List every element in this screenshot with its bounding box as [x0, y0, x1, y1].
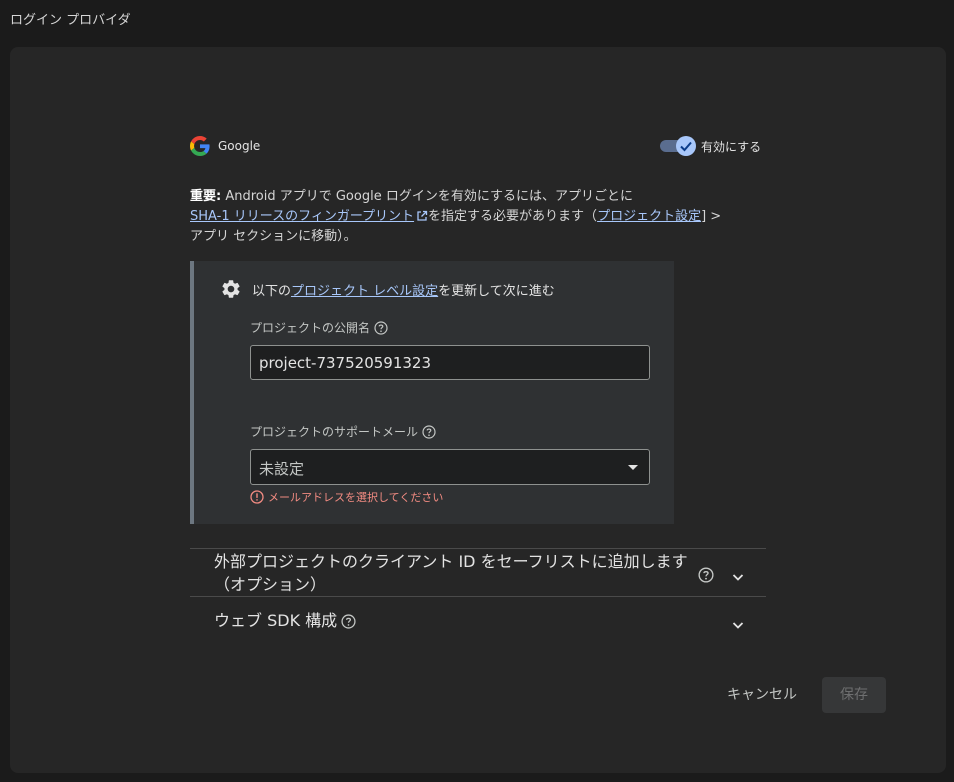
settings-heading-text: 以下のプロジェクト レベル設定を更新して次に進む — [252, 280, 555, 299]
gear-icon — [222, 280, 240, 298]
sha1-link[interactable]: SHA-1 リリースのフィンガープリント — [190, 209, 428, 224]
error-icon — [250, 490, 264, 504]
chevron-down-icon — [732, 622, 744, 629]
public-name-label: プロジェクトの公開名 — [250, 319, 388, 336]
support-email-label-text: プロジェクトのサポートメール — [250, 425, 419, 439]
support-email-select[interactable]: 未設定 — [250, 449, 650, 485]
dropdown-arrow-icon — [628, 465, 638, 470]
google-logo-icon — [190, 136, 210, 156]
help-icon[interactable] — [698, 567, 714, 583]
help-icon[interactable] — [422, 425, 436, 439]
project-settings-box: 以下のプロジェクト レベル設定を更新して次に進む プロジェクトの公開名 プロジェ… — [190, 261, 674, 524]
public-name-input[interactable] — [250, 345, 650, 380]
public-name-label-text: プロジェクトの公開名 — [250, 321, 371, 335]
sha1-notice: 重要: Android アプリで Google ログインを有効にするには、アプリ… — [190, 187, 770, 247]
support-email-error: メールアドレスを選択してください — [250, 489, 443, 505]
settings-head-prefix: 以下の — [252, 284, 292, 299]
notice-text-1: Android アプリで Google ログインを有効にするには、アプリごとに — [221, 189, 633, 204]
safelist-title-line1: 外部プロジェクトのクライアント ID をセーフリストに追加します — [214, 552, 688, 571]
cancel-button[interactable]: キャンセル — [722, 677, 802, 713]
project-settings-link[interactable]: プロジェクト設定 — [597, 209, 701, 224]
save-button[interactable]: 保存 — [822, 677, 886, 713]
help-icon[interactable] — [341, 614, 356, 629]
support-email-label: プロジェクトのサポートメール — [250, 423, 436, 440]
error-text: メールアドレスを選択してください — [268, 491, 444, 504]
page-title: ログイン プロバイダ — [10, 13, 131, 28]
open-in-new-icon — [417, 210, 428, 221]
safelist-title-line2: （オプション） — [214, 575, 327, 594]
toggle-label: 有効にする — [701, 140, 762, 154]
provider-card: Google 有効にする 重要: Android アプリで Google ログイ… — [10, 47, 946, 773]
web-sdk-accordion-title: ウェブ SDK 構成 — [214, 609, 356, 632]
web-sdk-config-accordion[interactable]: ウェブ SDK 構成 — [190, 596, 766, 645]
web-sdk-title-text: ウェブ SDK 構成 — [214, 611, 338, 630]
notice-text-3: ] > — [701, 209, 722, 224]
check-icon — [680, 141, 692, 152]
toggle-knob — [676, 136, 696, 156]
settings-head-suffix: を更新して次に進む — [438, 284, 555, 299]
provider-name: Google — [218, 139, 261, 153]
project-level-settings-link[interactable]: プロジェクト レベル設定 — [291, 284, 438, 299]
notice-text-2: を指定する必要があります（ — [428, 209, 598, 224]
enable-toggle[interactable] — [660, 136, 704, 156]
chevron-down-icon — [732, 574, 744, 581]
provider-header: Google 有効にする — [190, 135, 766, 157]
support-email-value: 未設定 — [259, 460, 305, 478]
notice-text-4: アプリ セクションに移動）。 — [190, 229, 357, 244]
sha1-link-label: SHA-1 リリースのフィンガープリント — [190, 209, 415, 224]
help-icon[interactable] — [374, 321, 388, 335]
notice-bold: 重要: — [190, 189, 222, 204]
safelist-client-ids-accordion[interactable]: 外部プロジェクトのクライアント ID をセーフリストに追加します （オプション） — [190, 548, 766, 597]
safelist-accordion-title: 外部プロジェクトのクライアント ID をセーフリストに追加します （オプション） — [214, 550, 688, 596]
